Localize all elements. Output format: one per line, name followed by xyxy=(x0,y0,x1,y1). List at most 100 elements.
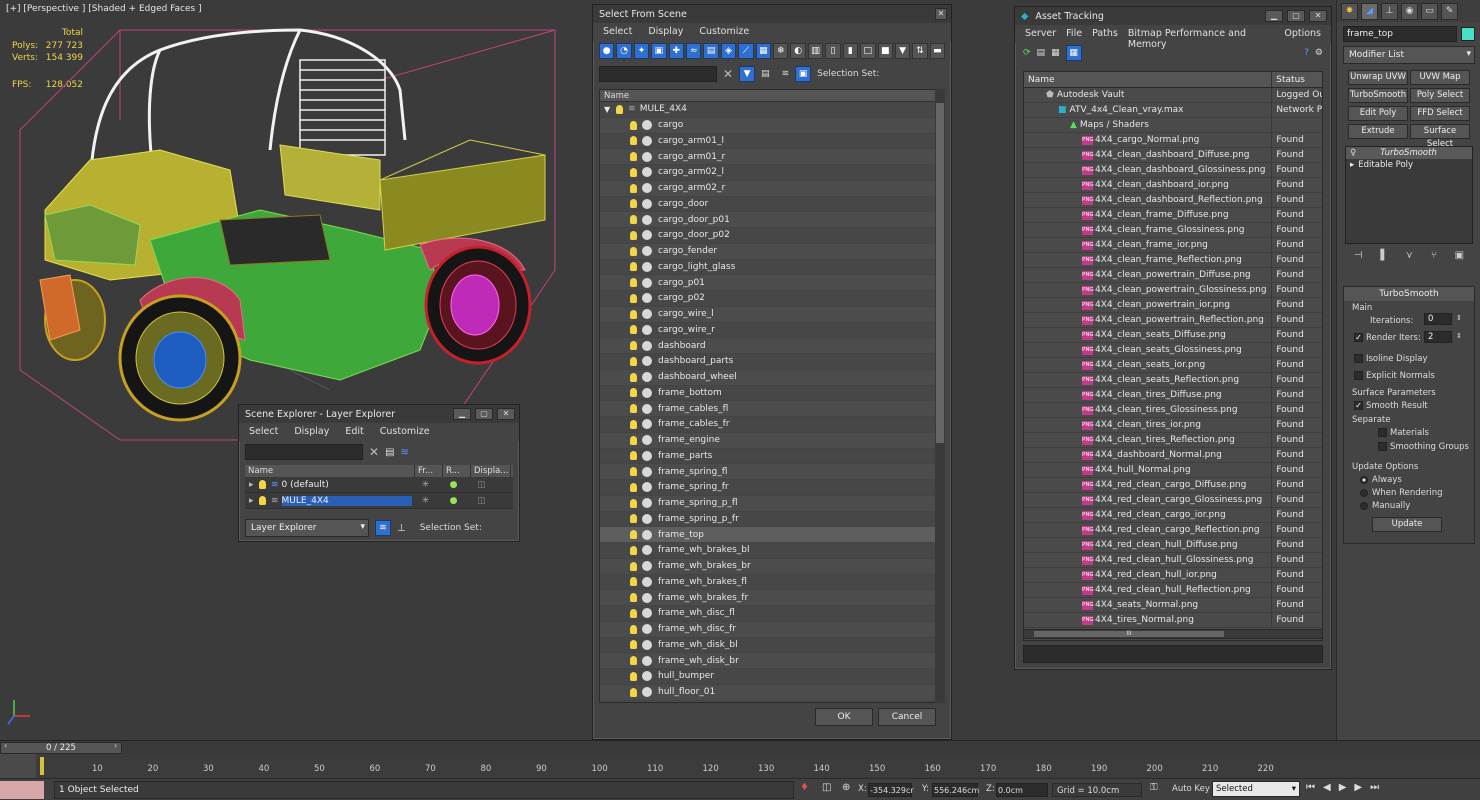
object-row[interactable]: cargo_door xyxy=(600,196,936,213)
asset-row[interactable]: PNG 4X4_clean_frame_Reflection.png Found xyxy=(1024,253,1322,268)
go-to-end-icon[interactable]: ⏭ xyxy=(1370,782,1379,793)
freeze-snowflake-icon[interactable]: ✳ xyxy=(412,496,440,506)
modifier-stack[interactable]: ♀ TurboSmooth ▸ Editable Poly xyxy=(1345,146,1473,244)
lightbulb-icon[interactable] xyxy=(259,480,266,489)
next-frame-icon[interactable]: › xyxy=(114,741,117,750)
lightbulb-icon[interactable] xyxy=(630,624,637,634)
time-marker[interactable] xyxy=(40,757,44,775)
lightbulb-icon[interactable] xyxy=(630,561,637,571)
asset-row[interactable]: PNG 4X4_clean_dashboard_Glossiness.png Fou… xyxy=(1024,163,1322,178)
close-icon[interactable]: ✕ xyxy=(935,8,947,20)
display-invert-icon[interactable]: ▮ xyxy=(842,43,859,59)
modifier-list-dropdown[interactable]: Modifier List xyxy=(1343,46,1475,64)
col-render[interactable]: R... xyxy=(443,465,471,477)
select-from-scene-window[interactable]: Select From Scene ✕ Select Display Custo… xyxy=(592,4,952,740)
uvw-map-button[interactable]: UVW Map xyxy=(1410,70,1470,85)
asset-row[interactable]: PNG 4X4_clean_dashboard_Diffuse.png Found xyxy=(1024,148,1322,163)
time-slider[interactable]: 0 / 225 ‹ › xyxy=(0,740,1480,754)
asset-row[interactable]: PNG 4X4_clean_powertrain_Diffuse.png Found xyxy=(1024,268,1322,283)
object-row[interactable]: cargo_wire_l xyxy=(600,306,936,323)
maxscript-listener[interactable] xyxy=(0,781,44,799)
asset-row[interactable]: PNG 4X4_clean_dashboard_ior.png Found xyxy=(1024,178,1322,193)
menu-display[interactable]: Display xyxy=(294,426,329,438)
object-row[interactable]: frame_spring_p_fr xyxy=(600,511,936,528)
asset-row[interactable]: PNG 4X4_tires_Normal.png Found xyxy=(1024,613,1322,628)
lightbulb-icon[interactable] xyxy=(630,435,637,445)
object-row[interactable]: frame_wh_brakes_bl xyxy=(600,543,936,559)
object-row[interactable]: frame_top xyxy=(600,527,936,543)
display-shapes-icon[interactable]: ◔ xyxy=(616,43,632,59)
asset-row[interactable]: PNG 4X4_clean_frame_Glossiness.png Found xyxy=(1024,223,1322,238)
object-search-input[interactable] xyxy=(599,66,717,82)
lightbulb-icon[interactable] xyxy=(630,120,637,130)
asset-path-field[interactable] xyxy=(1023,645,1323,663)
absolute-mode-icon[interactable]: ⊕ xyxy=(842,782,850,793)
lightbulb-icon[interactable] xyxy=(630,372,637,382)
scene-object-list[interactable]: Name ▼ ≋ MULE_4X4 cargo cargo_arm01_l carg… xyxy=(599,89,937,703)
object-row[interactable]: dashboard_parts xyxy=(600,354,936,370)
expand-arrow-icon[interactable]: ▸ xyxy=(249,496,257,506)
lightbulb-icon[interactable] xyxy=(630,656,637,666)
asset-row[interactable]: PNG 4X4_clean_tires_Diffuse.png Found xyxy=(1024,388,1322,403)
object-row[interactable]: frame_cables_fl xyxy=(600,401,936,417)
lightbulb-icon[interactable] xyxy=(630,593,637,603)
asset-horizontal-scrollbar[interactable]: III xyxy=(1023,629,1323,639)
timeline-toggle-icon[interactable] xyxy=(0,754,36,778)
menu-file[interactable]: File xyxy=(1066,28,1082,40)
menu-paths[interactable]: Paths xyxy=(1092,28,1118,40)
collapse-arrow-icon[interactable]: ▼ xyxy=(604,105,610,114)
lightbulb-icon[interactable] xyxy=(630,356,637,366)
object-row[interactable]: dashboard_wheel xyxy=(600,369,936,386)
object-row[interactable]: cargo_light_glass xyxy=(600,259,936,276)
go-to-start-icon[interactable]: ⏮ xyxy=(1306,782,1315,793)
sort-icon[interactable]: ⇅ xyxy=(912,43,928,59)
display-hidden-icon[interactable]: ◐ xyxy=(790,43,806,59)
object-row[interactable]: dashboard xyxy=(600,338,936,354)
menu-options[interactable]: Options xyxy=(1284,28,1321,40)
rollout-title[interactable]: TurboSmooth xyxy=(1344,287,1474,301)
asset-row[interactable]: PNG 4X4_red_clean_hull_ior.png Found xyxy=(1024,568,1322,583)
expand-icon[interactable]: ▸ xyxy=(1350,160,1354,170)
menu-customize[interactable]: Customize xyxy=(699,26,749,38)
lightbulb-icon[interactable] xyxy=(630,451,637,461)
utilities-tab-icon[interactable]: ✎ xyxy=(1441,3,1458,20)
root-row[interactable]: ▼ ≋ MULE_4X4 xyxy=(600,102,936,118)
hierarchy-toggle-icon[interactable]: ▤ xyxy=(761,69,770,79)
materials-checkbox[interactable]: Materials xyxy=(1378,428,1429,438)
lightbulb-icon[interactable] xyxy=(630,498,637,508)
make-unique-icon[interactable]: ⋎ xyxy=(1406,250,1413,266)
layer-row[interactable]: ▸ ≋ 0 (default) ✳ ● ◫ xyxy=(245,477,513,493)
object-row[interactable]: frame_wh_disk_bl xyxy=(600,637,936,654)
explicit-normals-checkbox[interactable]: Explicit Normals xyxy=(1354,371,1435,381)
asset-row[interactable]: PNG 4X4_red_clean_cargo_ior.png Found xyxy=(1024,508,1322,523)
object-name-field[interactable]: frame_top xyxy=(1343,26,1457,42)
layer-search-input[interactable] xyxy=(245,444,363,460)
stack-item[interactable]: ▸ Editable Poly xyxy=(1346,159,1472,171)
pin-stack-icon[interactable]: ⊣ xyxy=(1354,250,1363,266)
freeze-snowflake-icon[interactable]: ✳ xyxy=(412,480,440,490)
minimize-icon[interactable]: ▁ xyxy=(1265,10,1283,22)
prev-frame-icon[interactable]: ‹ xyxy=(4,741,7,750)
object-row[interactable]: cargo_arm01_r xyxy=(600,149,936,165)
object-row[interactable]: frame_wh_disc_fr xyxy=(600,621,936,638)
selection-set-icon[interactable]: ▣ xyxy=(795,66,812,82)
object-row[interactable]: frame_cables_fr xyxy=(600,417,936,433)
always-radio[interactable]: Always xyxy=(1360,475,1402,485)
close-icon[interactable]: ✕ xyxy=(497,408,515,420)
asset-row[interactable]: PNG 4X4_red_clean_cargo_Reflection.png Fou… xyxy=(1024,523,1322,538)
asset-row[interactable]: PNG 4X4_clean_tires_Glossiness.png Found xyxy=(1024,403,1322,418)
explorer-type-dropdown[interactable]: Layer Explorer xyxy=(245,519,369,537)
object-row[interactable]: frame_bottom xyxy=(600,385,936,402)
hierarchy-tab-icon[interactable]: ⊥ xyxy=(1381,3,1398,20)
lightbulb-icon[interactable] xyxy=(630,514,637,524)
asset-row[interactable]: PNG 4X4_clean_tires_ior.png Found xyxy=(1024,418,1322,433)
lightbulb-icon[interactable] xyxy=(630,309,637,319)
asset-row[interactable]: PNG 4X4_dashboard_Normal.png Found xyxy=(1024,448,1322,463)
col-freeze[interactable]: Fr... xyxy=(415,465,443,477)
display-none-icon[interactable]: ▯ xyxy=(825,43,841,59)
maximize-icon[interactable]: ▢ xyxy=(1287,10,1305,22)
lightbulb-icon[interactable] xyxy=(630,404,637,414)
remove-modifier-icon[interactable]: ⑂ xyxy=(1431,250,1437,266)
spinner-arrows-icon[interactable]: ⇕ xyxy=(1456,314,1462,322)
display-geometry-icon[interactable]: ● xyxy=(599,43,615,59)
